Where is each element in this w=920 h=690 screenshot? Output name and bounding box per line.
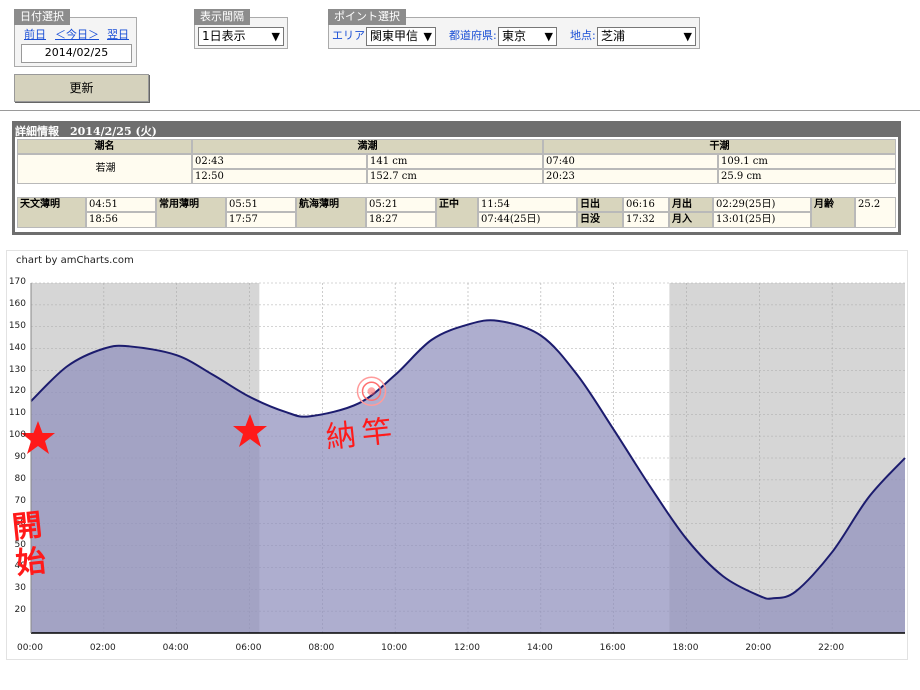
interval-select[interactable]: 1日表示 ▼ bbox=[198, 27, 284, 46]
chevron-down-icon: ▼ bbox=[544, 30, 553, 43]
prefecture-label: 都道府県: bbox=[449, 29, 497, 42]
high-height-2: 152.7 cm bbox=[367, 169, 543, 184]
chart-credit[interactable]: chart by amCharts.com bbox=[16, 255, 134, 266]
y-tick-label: 160 bbox=[8, 298, 26, 309]
x-tick-label: 10:00 bbox=[381, 643, 408, 653]
civil-twilight-label: 常用薄明 bbox=[156, 197, 226, 228]
sunset-label: 日没 bbox=[577, 212, 623, 228]
y-tick-label: 80 bbox=[14, 473, 26, 484]
interval-title: 表示間隔 bbox=[194, 9, 250, 25]
sunrise-label: 日出 bbox=[577, 197, 623, 212]
moonset-label: 月入 bbox=[669, 212, 713, 228]
x-tick-label: 02:00 bbox=[89, 643, 116, 653]
civil-twilight-start: 05:51 bbox=[226, 197, 296, 212]
y-tick-label: 120 bbox=[8, 386, 26, 397]
low-time-1: 07:40 bbox=[543, 154, 718, 169]
divider bbox=[0, 110, 920, 111]
spot-label: 地点: bbox=[570, 29, 596, 42]
low-height-2: 25.9 cm bbox=[718, 169, 896, 184]
high-time-2: 12:50 bbox=[192, 169, 367, 184]
tide-name: 若潮 bbox=[17, 154, 192, 184]
x-tick-label: 22:00 bbox=[818, 643, 845, 653]
civil-twilight-end: 17:57 bbox=[226, 212, 296, 228]
sunrise-time: 06:16 bbox=[623, 197, 669, 212]
point-select-title: ポイント選択 bbox=[328, 9, 406, 25]
y-tick-label: 90 bbox=[14, 452, 26, 462]
high-height-1: 141 cm bbox=[367, 154, 543, 169]
y-tick-label: 20 bbox=[14, 605, 26, 616]
area-value: 関東甲信 bbox=[370, 29, 419, 43]
tide-name-header: 潮名 bbox=[17, 139, 192, 154]
nautical-twilight-start: 05:21 bbox=[366, 197, 436, 212]
spot-select[interactable]: 芝浦 ▼ bbox=[597, 27, 696, 46]
prev-day-link[interactable]: 前日 bbox=[24, 26, 46, 42]
low-time-2: 20:23 bbox=[543, 169, 718, 184]
high-time-1: 02:43 bbox=[192, 154, 367, 169]
interval-group: 表示間隔 1日表示 ▼ bbox=[194, 9, 288, 49]
tide-chart-frame bbox=[6, 250, 908, 660]
interval-value: 1日表示 bbox=[202, 29, 246, 43]
detail-panel: 詳細情報 2014/2/25 (火) 潮名 満潮 干潮 若潮 02:43 141… bbox=[12, 121, 901, 235]
detail-body: 潮名 満潮 干潮 若潮 02:43 141 cm 12:50 152.7 cm … bbox=[15, 137, 898, 232]
low-tide-header: 干潮 bbox=[543, 139, 896, 154]
high-tide-header: 満潮 bbox=[192, 139, 543, 154]
point-select-group: ポイント選択 エリア: 関東甲信 ▼ 都道府県: 東京 ▼ 地点: 芝浦 ▼ bbox=[328, 9, 700, 49]
y-tick-label: 70 bbox=[14, 495, 26, 506]
y-tick-label: 140 bbox=[8, 342, 26, 353]
y-tick-label: 170 bbox=[8, 277, 26, 287]
date-select-group: 日付選択 前日 ＜今日＞ 翌日 2014/02/25 bbox=[14, 9, 137, 67]
x-tick-label: 16:00 bbox=[599, 643, 626, 653]
start-annotation: 開始 bbox=[10, 507, 48, 582]
sunset-time: 17:32 bbox=[623, 212, 669, 228]
meridian-label: 正中 bbox=[436, 197, 478, 228]
today-link[interactable]: ＜今日＞ bbox=[55, 26, 99, 42]
next-day-link[interactable]: 翌日 bbox=[107, 26, 129, 42]
y-tick-label: 110 bbox=[8, 408, 26, 419]
meridian-time-1: 11:54 bbox=[478, 197, 577, 212]
chevron-down-icon: ▼ bbox=[271, 30, 280, 43]
date-select-title: 日付選択 bbox=[14, 9, 70, 25]
nautical-twilight-end: 18:27 bbox=[366, 212, 436, 228]
y-tick-label: 30 bbox=[14, 583, 26, 594]
date-input[interactable]: 2014/02/25 bbox=[21, 44, 132, 63]
area-label: エリア: bbox=[332, 29, 369, 42]
x-tick-label: 04:00 bbox=[162, 643, 189, 653]
x-tick-label: 20:00 bbox=[745, 643, 772, 653]
x-tick-label: 14:00 bbox=[526, 643, 553, 653]
y-tick-label: 150 bbox=[8, 320, 26, 331]
area-select[interactable]: 関東甲信 ▼ bbox=[366, 27, 436, 46]
y-tick-label: 100 bbox=[8, 430, 26, 441]
moonset-time: 13:01(25日) bbox=[713, 212, 811, 228]
x-tick-label: 00:00 bbox=[17, 643, 43, 653]
astro-twilight-start: 04:51 bbox=[86, 197, 156, 212]
chevron-down-icon: ▼ bbox=[423, 30, 432, 43]
prefecture-value: 東京 bbox=[502, 29, 527, 43]
x-tick-label: 06:00 bbox=[235, 643, 262, 653]
moonrise-label: 月出 bbox=[669, 197, 713, 212]
moon-age-label: 月齢 bbox=[811, 197, 855, 228]
astro-twilight-label: 天文薄明 bbox=[17, 197, 86, 228]
spot-value: 芝浦 bbox=[601, 29, 626, 43]
moonrise-time: 02:29(25日) bbox=[713, 197, 811, 212]
x-tick-label: 08:00 bbox=[308, 643, 335, 653]
nautical-twilight-label: 航海薄明 bbox=[296, 197, 366, 228]
low-height-1: 109.1 cm bbox=[718, 154, 896, 169]
nakan-annotation: 納竿 bbox=[324, 413, 400, 456]
y-tick-label: 130 bbox=[8, 364, 26, 375]
astro-twilight-end: 18:56 bbox=[86, 212, 156, 228]
x-tick-label: 12:00 bbox=[454, 643, 480, 653]
meridian-time-2: 07:44(25日) bbox=[478, 212, 577, 228]
x-tick-label: 18:00 bbox=[672, 643, 699, 653]
moon-age-value: 25.2 bbox=[855, 197, 896, 228]
update-button[interactable]: 更新 bbox=[14, 74, 149, 102]
prefecture-select[interactable]: 東京 ▼ bbox=[498, 27, 557, 46]
chevron-down-icon: ▼ bbox=[683, 30, 692, 43]
